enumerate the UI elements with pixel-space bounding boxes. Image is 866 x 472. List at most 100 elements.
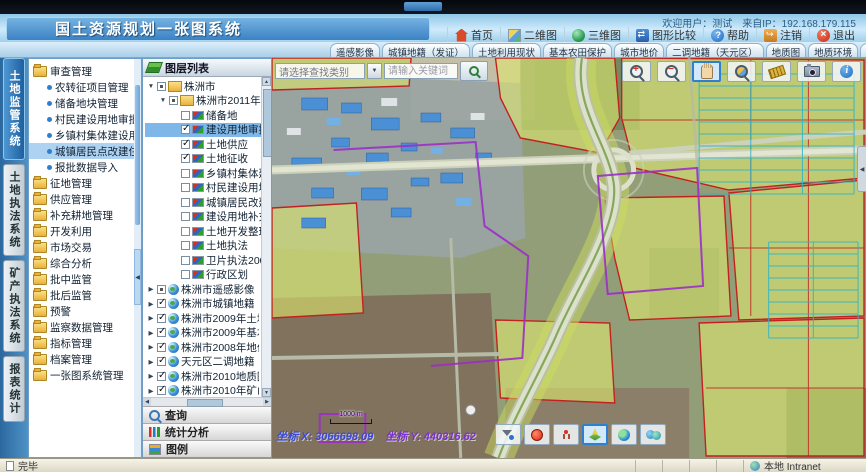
layer-checkbox[interactable] <box>157 314 166 323</box>
map-tool-button[interactable] <box>727 61 756 82</box>
layer-row[interactable]: 建设用地补充 <box>145 210 271 225</box>
accordion-section[interactable]: 查询 <box>143 406 271 423</box>
layer-checkbox[interactable] <box>157 285 166 294</box>
menu-item[interactable]: 报批数据导入 <box>29 159 142 175</box>
layer-row[interactable]: 卫片执法200 <box>145 253 271 268</box>
expand-arrow-icon[interactable] <box>147 300 155 308</box>
expand-arrow-icon[interactable] <box>147 314 155 322</box>
map-tool-button[interactable] <box>797 61 826 82</box>
chevron-down-icon[interactable] <box>367 63 382 79</box>
layer-row[interactable]: 土地征收 <box>145 152 271 167</box>
layer-row[interactable]: 株洲市 <box>145 79 259 94</box>
layer-row[interactable]: 城镇居民改建 <box>145 195 271 210</box>
layer-tab[interactable]: 遥感影像 <box>330 43 380 57</box>
layer-checkbox[interactable] <box>181 183 190 192</box>
layer-checkbox[interactable] <box>181 227 190 236</box>
map-tool-button[interactable] <box>622 61 651 82</box>
menu-scrollbar-thumb[interactable] <box>135 85 140 225</box>
layer-row[interactable]: 土地供应 <box>145 137 271 152</box>
expand-arrow-icon[interactable] <box>147 343 155 351</box>
layer-checkbox[interactable] <box>157 386 166 395</box>
toolbar-button[interactable]: 二维图 <box>500 27 564 43</box>
search-category-select[interactable]: 请选择查找类别 <box>275 63 365 79</box>
layer-row[interactable]: 株洲市2010年矿山地质 <box>145 384 259 398</box>
layer-checkbox[interactable] <box>181 270 190 279</box>
menu-item[interactable]: 预警 <box>29 303 133 319</box>
layer-checkbox[interactable] <box>181 198 190 207</box>
toolbar-button[interactable]: 首页 <box>447 27 500 43</box>
layer-checkbox[interactable] <box>157 372 166 381</box>
menu-item[interactable]: 指标管理 <box>29 335 133 351</box>
map-canvas[interactable] <box>272 58 866 458</box>
toolbar-button[interactable]: 注销 <box>756 27 809 43</box>
layer-checkbox[interactable] <box>169 96 178 105</box>
map-tool-button[interactable] <box>762 61 791 82</box>
layer-tab[interactable]: 地质图 <box>766 43 807 57</box>
menu-item[interactable]: 征地管理 <box>29 175 133 191</box>
layer-checkbox[interactable] <box>157 328 166 337</box>
menu-collapse-handle[interactable] <box>134 249 141 305</box>
layer-tab[interactable]: 土地利用现状 <box>472 43 541 57</box>
menu-item[interactable]: 综合分析 <box>29 255 133 271</box>
menu-item[interactable]: 一张图系统管理 <box>29 367 133 383</box>
layer-checkbox[interactable] <box>157 299 166 308</box>
layer-row[interactable]: 株洲市2009年基本农田 <box>145 326 259 341</box>
layer-tab[interactable]: 城市地价 <box>614 43 664 57</box>
layer-row[interactable]: 行政区划 <box>145 268 271 283</box>
map-tool-button[interactable] <box>692 61 721 82</box>
layer-row[interactable]: 天元区二调地籍 <box>145 355 259 370</box>
layer-checkbox[interactable] <box>181 169 190 178</box>
hscroll-thumb[interactable] <box>187 399 223 407</box>
system-tab[interactable]: 报表统计 <box>3 356 25 422</box>
system-tab[interactable]: 土地执法系统 <box>3 164 25 256</box>
map-tool-button[interactable] <box>611 424 637 445</box>
layer-tree-hscrollbar[interactable]: ◀ ▶ <box>143 397 271 406</box>
layer-tab[interactable]: 二调地籍（天元区） <box>666 43 764 57</box>
system-tab[interactable]: 土地监管系统 <box>3 58 25 160</box>
layer-checkbox[interactable] <box>181 212 190 221</box>
menu-item[interactable]: 开发利用 <box>29 223 133 239</box>
menu-item[interactable]: 乡镇村集体建设用地 <box>29 127 142 143</box>
expand-arrow-icon[interactable] <box>147 387 155 395</box>
right-panel-collapse-handle[interactable] <box>857 146 866 192</box>
vscroll-thumb[interactable] <box>263 89 271 157</box>
toolbar-button[interactable]: 图形比较 <box>628 27 703 43</box>
menu-item[interactable]: 档案管理 <box>29 351 133 367</box>
expand-arrow-icon[interactable] <box>147 285 155 293</box>
layer-checkbox[interactable] <box>181 256 190 265</box>
layer-checkbox[interactable] <box>181 140 190 149</box>
scroll-right-arrow[interactable]: ▶ <box>263 398 271 406</box>
layer-checkbox[interactable] <box>157 82 166 91</box>
layer-tab[interactable]: 基本农田保护 <box>543 43 612 57</box>
map-tool-button[interactable] <box>832 61 861 82</box>
system-tab[interactable]: 矿产执法系统 <box>3 260 25 352</box>
layer-checkbox[interactable] <box>157 343 166 352</box>
layer-checkbox[interactable] <box>157 357 166 366</box>
layer-row[interactable]: 株洲市2008年地价 <box>145 340 259 355</box>
layer-tab[interactable]: 矿业权登记 <box>860 43 866 57</box>
map-tool-button[interactable] <box>553 424 579 445</box>
layer-row[interactable]: 村民建设用地 <box>145 181 271 196</box>
layer-tab[interactable]: 城镇地籍（发证） <box>382 43 470 57</box>
map-tool-button[interactable] <box>582 424 608 445</box>
map-tool-button[interactable] <box>640 424 666 445</box>
menu-item[interactable]: 批后监管 <box>29 287 133 303</box>
layer-row[interactable]: 株洲市2010地质图 <box>145 369 259 384</box>
menu-item[interactable]: 审查管理 <box>29 63 133 79</box>
layer-tree-vscrollbar[interactable]: ▲ ▼ <box>261 77 271 397</box>
scroll-down-arrow[interactable]: ▼ <box>262 388 271 397</box>
map-tool-button[interactable] <box>524 424 550 445</box>
layer-row[interactable]: 土地开发整理 <box>145 224 271 239</box>
scroll-left-arrow[interactable]: ◀ <box>143 398 151 406</box>
layer-row[interactable]: 乡镇村集体建 <box>145 166 271 181</box>
menu-item[interactable]: 供应管理 <box>29 191 133 207</box>
expand-arrow-icon[interactable] <box>159 97 167 104</box>
expand-arrow-icon[interactable] <box>147 329 155 337</box>
layer-row[interactable]: 株洲市2011年用 <box>145 94 271 109</box>
accordion-section[interactable]: 图例 <box>143 440 271 457</box>
keyword-input[interactable] <box>384 63 458 79</box>
search-button[interactable] <box>460 61 488 81</box>
expand-arrow-icon[interactable] <box>147 372 155 380</box>
layer-checkbox[interactable] <box>181 125 190 134</box>
expand-arrow-icon[interactable] <box>147 83 155 90</box>
